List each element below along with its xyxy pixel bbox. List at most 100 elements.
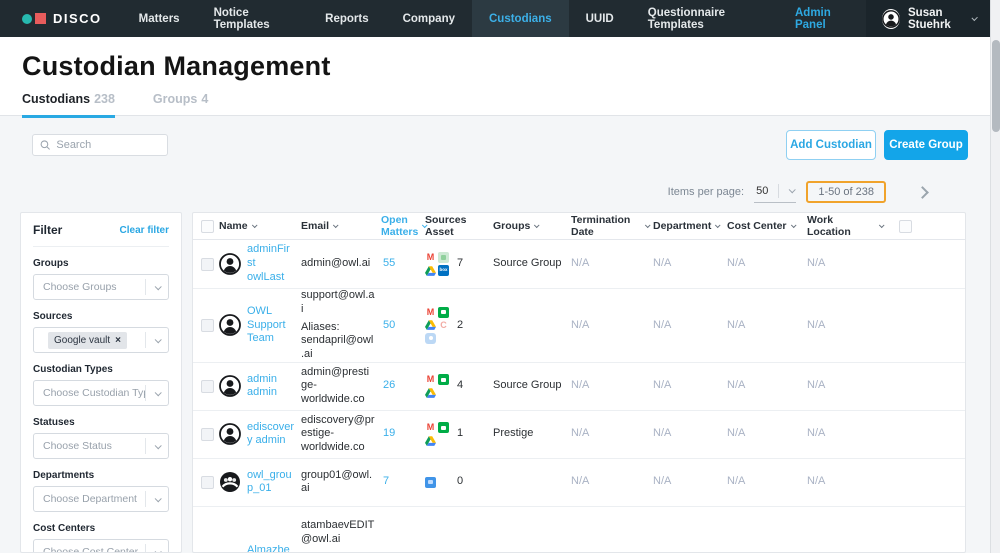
person-avatar	[219, 423, 241, 445]
column-header-sources-asset[interactable]: Sources Asset	[425, 214, 493, 238]
sort-chevron-icon	[715, 222, 721, 228]
add-custodian-button[interactable]: Add Custodian	[786, 130, 876, 160]
admin-panel-link[interactable]: Admin Panel	[777, 0, 866, 37]
filter-label: Statuses	[33, 417, 169, 428]
column-header-groups[interactable]: Groups	[493, 220, 571, 232]
nav-item-notice-templates[interactable]: Notice Templates	[197, 0, 309, 37]
google-drive-icon	[425, 387, 436, 398]
nav-item-questionnaire-templates[interactable]: Questionnaire Templates	[631, 0, 777, 37]
user-menu[interactable]: Susan Stuehrk	[866, 0, 990, 37]
user-name: Susan Stuehrk	[908, 7, 962, 31]
open-matters-link[interactable]: 50	[381, 319, 425, 333]
tab-count: 238	[94, 92, 115, 106]
nav-item-matters[interactable]: Matters	[122, 0, 197, 37]
person-avatar	[219, 253, 241, 275]
custodian-avatar-icon	[219, 423, 241, 445]
brand-name: DISCO	[53, 11, 102, 26]
items-per-page-select[interactable]: 50	[754, 182, 796, 203]
table-row: owl_group_01 group01@owl.ai 7 0 N/A N/A …	[193, 459, 965, 507]
tab-groups[interactable]: Groups4	[153, 92, 208, 118]
filter-select[interactable]: Choose Groups	[33, 274, 169, 300]
sources-icons	[425, 477, 451, 488]
work-location-cell: N/A	[807, 427, 887, 441]
filter-panel: Filter Clear filter Groups Choose Groups…	[20, 212, 182, 553]
sort-chevron-icon	[333, 222, 339, 228]
open-matters-link[interactable]: 7	[381, 475, 425, 489]
nav-item-custodians[interactable]: Custodians	[472, 0, 569, 37]
search-box[interactable]	[32, 134, 168, 156]
custodian-management-screen: DISCO Matters Notice Templates Reports C…	[0, 0, 1000, 553]
open-matters-link[interactable]: 55	[381, 257, 425, 271]
row-checkbox[interactable]	[201, 319, 214, 332]
nav-item-uuid[interactable]: UUID	[569, 0, 631, 37]
custodian-avatar-icon	[219, 314, 241, 336]
column-header-email[interactable]: Email	[301, 220, 381, 232]
next-page-button[interactable]	[914, 184, 930, 200]
row-checkbox[interactable]	[201, 476, 214, 489]
filter-section: Departments Choose Department	[33, 470, 169, 512]
custodian-name-link[interactable]: OWL Support Team	[247, 305, 301, 346]
column-header-name[interactable]: Name	[219, 220, 301, 232]
open-matters-link[interactable]: 26	[381, 379, 425, 393]
custodian-name-link[interactable]: owl_group_01	[247, 469, 301, 497]
asset-count: 1	[457, 427, 493, 441]
custodian-name-link[interactable]: admin admin	[247, 373, 301, 401]
tab-custodians[interactable]: Custodians 238	[22, 92, 115, 118]
sort-chevron-icon	[790, 222, 796, 228]
custodian-name-link[interactable]: adminFirst owlLast	[247, 243, 301, 284]
header-status-checkbox[interactable]	[899, 220, 912, 233]
row-checkbox[interactable]	[201, 428, 214, 441]
filter-select[interactable]: Choose Cost Center	[33, 539, 169, 553]
email-text: admin@prestige-worldwide.co	[301, 366, 375, 407]
sources-icons: M	[425, 422, 451, 446]
row-checkbox[interactable]	[201, 380, 214, 393]
create-group-button[interactable]: Create Group	[884, 130, 968, 160]
filter-select[interactable]: Google vault×	[33, 327, 169, 353]
filter-placeholder: Choose Cost Center	[34, 546, 145, 553]
remove-chip-icon[interactable]: ×	[115, 335, 121, 346]
column-header-cost-center[interactable]: Cost Center	[727, 220, 807, 232]
column-header-termination-date[interactable]: Termination Date	[571, 214, 653, 238]
page-scrollbar[interactable]	[990, 0, 1000, 553]
nav-item-reports[interactable]: Reports	[308, 0, 385, 37]
tab-count: 4	[201, 92, 208, 106]
chevron-right-icon	[916, 186, 929, 199]
row-checkbox[interactable]	[201, 258, 214, 271]
column-header-open-matters[interactable]: Open Matters	[381, 214, 425, 238]
asset-count: 4	[457, 379, 493, 393]
top-nav: DISCO Matters Notice Templates Reports C…	[0, 0, 990, 37]
nav-item-company[interactable]: Company	[386, 0, 472, 37]
filter-chip[interactable]: Google vault×	[48, 332, 127, 349]
email-cell: atambaevEDIT@owl.ai Aliases: atambaev@ow…	[301, 519, 381, 553]
column-header-work-location[interactable]: Work Location	[807, 214, 887, 238]
termination-date-cell: N/A	[571, 319, 653, 333]
filter-select[interactable]: Choose Status	[33, 433, 169, 459]
sources-icons: M	[425, 374, 451, 398]
filter-section: Statuses Choose Status	[33, 417, 169, 459]
custodian-name-link[interactable]: Almazbek Atambaev	[247, 544, 301, 553]
custodian-name-link[interactable]: ediscovery admin	[247, 421, 301, 449]
open-matters-link[interactable]: 19	[381, 427, 425, 441]
filter-label: Cost Centers	[33, 523, 169, 534]
gmail-icon: M	[425, 252, 436, 263]
filter-label: Groups	[33, 258, 169, 269]
filter-placeholder: Google vault×	[34, 332, 145, 349]
department-cell: N/A	[653, 427, 727, 441]
tab-label: Custodians	[22, 92, 90, 106]
filter-placeholder: Choose Custodian Type	[34, 387, 145, 399]
google-chat-icon	[438, 422, 449, 433]
search-input[interactable]	[56, 139, 160, 151]
logo-circle-icon	[22, 14, 32, 24]
scrollbar-thumb[interactable]	[992, 40, 1000, 132]
select-all-checkbox[interactable]	[201, 220, 214, 233]
table-row: admin admin admin@prestige-worldwide.co …	[193, 363, 965, 411]
filter-select[interactable]: Choose Department	[33, 486, 169, 512]
user-avatar-icon	[882, 9, 900, 29]
person-avatar	[219, 375, 241, 397]
clear-filter-link[interactable]: Clear filter	[120, 225, 169, 236]
filter-select[interactable]: Choose Custodian Type	[33, 380, 169, 406]
column-header-department[interactable]: Department	[653, 220, 727, 232]
custodians-table: Name Email Open Matters Sources Asset Gr…	[192, 212, 966, 553]
disco-logo[interactable]: DISCO	[0, 0, 122, 37]
termination-date-cell: N/A	[571, 427, 653, 441]
